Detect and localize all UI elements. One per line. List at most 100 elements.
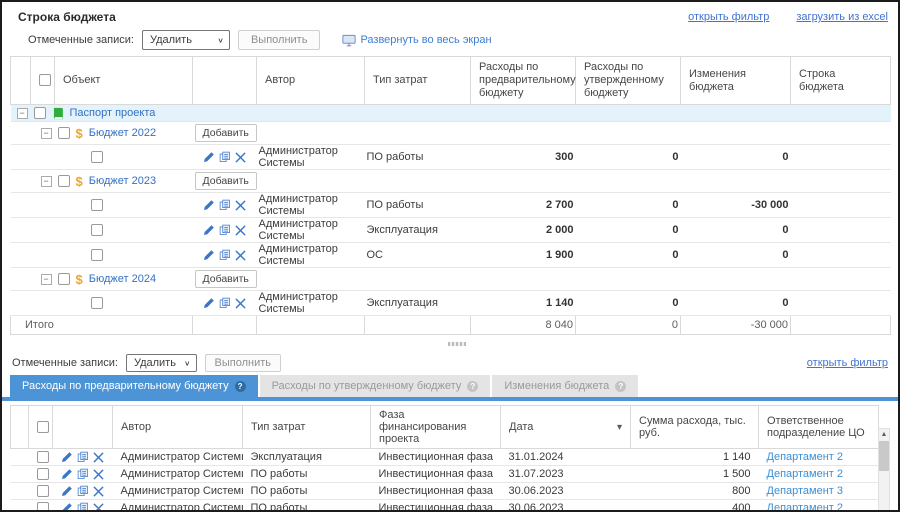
fullscreen-link[interactable]: Развернуть во весь экран (342, 34, 491, 47)
row-checkbox[interactable] (91, 297, 103, 309)
row-checkbox[interactable] (58, 127, 70, 139)
col-cost-type[interactable]: Тип затрат (243, 406, 371, 449)
department-link[interactable]: Департамент 2 (767, 468, 844, 480)
vertical-scrollbar[interactable]: ▲ ▼ (878, 428, 890, 512)
copy-icon[interactable] (77, 485, 89, 497)
table-row: Администратор Системы Эксплуатация 1 140… (11, 291, 891, 316)
phase-cell: Инвестиционная фаза (371, 483, 501, 500)
project-passport-link[interactable]: Паспорт проекта (70, 107, 156, 119)
delete-icon[interactable] (235, 152, 246, 163)
edit-icon[interactable] (61, 451, 73, 463)
collapse-icon[interactable]: − (17, 108, 28, 119)
copy-icon[interactable] (77, 451, 89, 463)
scroll-up-icon[interactable]: ▲ (881, 429, 888, 440)
collapse-icon[interactable]: − (41, 176, 52, 187)
tab-budget-changes[interactable]: Изменения бюджета ? (492, 375, 638, 397)
row-checkbox[interactable] (58, 175, 70, 187)
copy-icon[interactable] (219, 151, 231, 163)
delete-icon[interactable] (235, 225, 246, 236)
collapse-icon[interactable]: − (41, 128, 52, 139)
copy-icon[interactable] (219, 249, 231, 261)
edit-icon[interactable] (61, 485, 73, 497)
splitter-handle-icon[interactable] (448, 342, 466, 346)
col-object[interactable]: Объект (55, 57, 193, 105)
delete-icon[interactable] (235, 200, 246, 211)
col-prelim-budget[interactable]: Расходы по предварительному бюджету (471, 57, 576, 105)
col-amount[interactable]: Сумма расхода, тыс. руб. (631, 406, 759, 449)
scrollbar-thumb[interactable] (879, 441, 889, 471)
approved-cell: 0 (576, 145, 681, 170)
marked-action-select[interactable]: Удалить ∨ (142, 30, 230, 50)
delete-icon[interactable] (93, 452, 104, 463)
add-button[interactable]: Добавить (195, 270, 257, 288)
select-all-checkbox[interactable] (37, 421, 49, 433)
marked-action-select[interactable]: Удалить ∨ (126, 354, 197, 372)
copy-icon[interactable] (219, 297, 231, 309)
cost-type-cell: Эксплуатация (365, 291, 471, 316)
delete-icon[interactable] (235, 298, 246, 309)
edit-icon[interactable] (203, 249, 215, 261)
delete-icon[interactable] (93, 486, 104, 497)
edit-icon[interactable] (61, 502, 73, 512)
select-all-checkbox[interactable] (39, 74, 51, 86)
budget-2024-link[interactable]: Бюджет 2024 (89, 273, 156, 285)
add-button[interactable]: Добавить (195, 172, 257, 190)
col-phase[interactable]: Фаза финансирования проекта (371, 406, 501, 449)
col-budget-line[interactable]: Строка бюджета (791, 57, 891, 105)
col-budget-changes[interactable]: Изменения бюджета (681, 57, 791, 105)
tab-approved-budget[interactable]: Расходы по утвержденному бюджету ? (260, 375, 491, 397)
open-filter-link[interactable]: открыть фильтр (688, 11, 769, 23)
row-checkbox[interactable] (37, 485, 49, 497)
department-link[interactable]: Департамент 2 (767, 502, 844, 512)
delete-icon[interactable] (235, 250, 246, 261)
copy-icon[interactable] (219, 199, 231, 211)
open-filter-link[interactable]: открыть фильтр (807, 357, 888, 369)
row-checkbox[interactable] (91, 199, 103, 211)
row-checkbox[interactable] (34, 107, 46, 119)
department-link[interactable]: Департамент 3 (767, 485, 844, 497)
copy-icon[interactable] (77, 468, 89, 480)
edit-icon[interactable] (203, 199, 215, 211)
help-icon[interactable]: ? (467, 381, 478, 392)
row-checkbox[interactable] (91, 151, 103, 163)
edit-icon[interactable] (203, 151, 215, 163)
execute-button[interactable]: Выполнить (238, 30, 320, 50)
collapse-icon[interactable]: − (41, 274, 52, 285)
col-author[interactable]: Автор (113, 406, 243, 449)
row-checkbox[interactable] (91, 224, 103, 236)
col-date[interactable]: Дата ▾ (501, 406, 631, 449)
tab-label: Расходы по утвержденному бюджету (272, 380, 462, 392)
copy-icon[interactable] (219, 224, 231, 236)
date-cell: 30.06.2023 (501, 500, 631, 512)
copy-icon[interactable] (77, 502, 89, 512)
edit-icon[interactable] (61, 468, 73, 480)
tab-prelim-budget[interactable]: Расходы по предварительному бюджету ? (10, 375, 258, 397)
row-checkbox[interactable] (91, 249, 103, 261)
tab-label: Изменения бюджета (504, 380, 609, 392)
row-checkbox[interactable] (58, 273, 70, 285)
load-from-excel-link[interactable]: загрузить из excel (796, 11, 888, 23)
col-approved-budget[interactable]: Расходы по утвержденному бюджету (576, 57, 681, 105)
author-cell: Администратор Системы (113, 500, 243, 512)
department-link[interactable]: Департамент 2 (767, 451, 844, 463)
chevron-down-icon: ∨ (184, 359, 191, 368)
row-checkbox[interactable] (37, 451, 49, 463)
col-author[interactable]: Автор (257, 57, 365, 105)
row-checkbox[interactable] (37, 502, 49, 512)
help-icon[interactable]: ? (235, 381, 246, 392)
sort-desc-icon[interactable]: ▾ (617, 422, 622, 433)
col-department[interactable]: Ответственное подразделение ЦО (759, 406, 879, 449)
add-button[interactable]: Добавить (195, 124, 257, 142)
delete-icon[interactable] (93, 469, 104, 480)
fullscreen-label: Развернуть во весь экран (360, 34, 491, 46)
budget-2022-link[interactable]: Бюджет 2022 (89, 127, 156, 139)
delete-icon[interactable] (93, 503, 104, 512)
edit-icon[interactable] (203, 297, 215, 309)
help-icon[interactable]: ? (615, 381, 626, 392)
header-checkbox-cell (29, 406, 53, 449)
col-cost-type[interactable]: Тип затрат (365, 57, 471, 105)
execute-button[interactable]: Выполнить (205, 354, 281, 372)
row-checkbox[interactable] (37, 468, 49, 480)
budget-2023-link[interactable]: Бюджет 2023 (89, 175, 156, 187)
edit-icon[interactable] (203, 224, 215, 236)
